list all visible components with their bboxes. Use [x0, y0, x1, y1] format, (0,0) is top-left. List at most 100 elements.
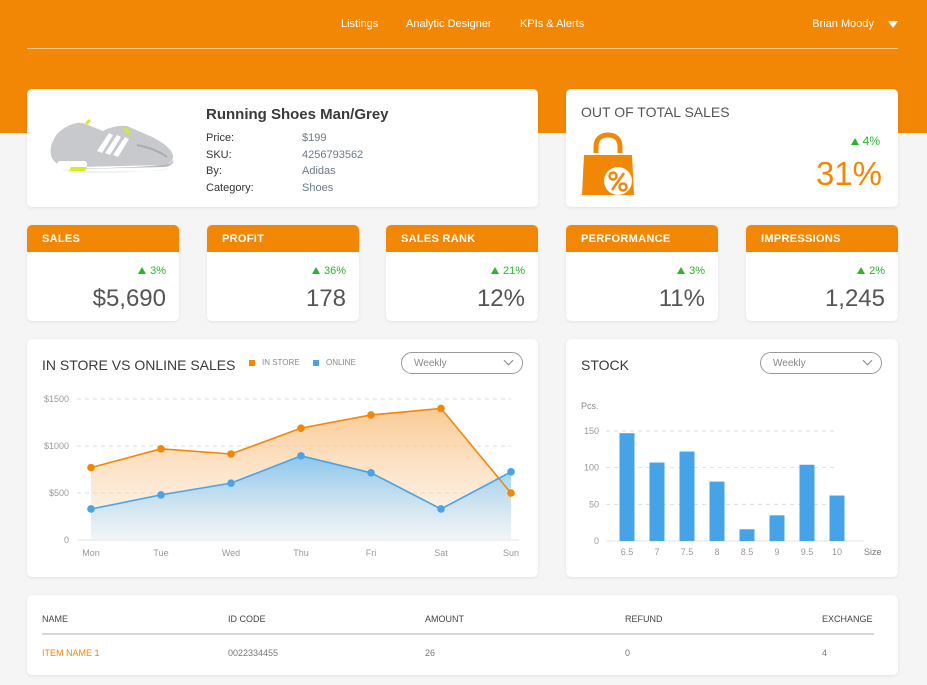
column-header-exchange[interactable]: EXCHANGE	[822, 614, 873, 624]
product-title: Running Shoes Man/Grey	[206, 106, 389, 123]
x-tick-label: Mon	[82, 548, 100, 558]
legend-in-store: IN STORE	[249, 358, 300, 367]
bar	[680, 452, 695, 541]
nav-link-analytic-designer[interactable]: Analytic Designer	[406, 18, 492, 30]
arrow-up-icon	[312, 267, 320, 274]
y-tick-label: 100	[584, 463, 599, 473]
cell-refund: 0	[625, 648, 630, 658]
x-tick-label: Sun	[503, 548, 519, 558]
kpi-value: 12%	[477, 285, 525, 313]
x-tick-label: 9.5	[801, 547, 814, 557]
kpi-card-sales-rank: SALES RANK 21% 12%	[386, 225, 538, 321]
legend-swatch-in-store	[249, 360, 255, 366]
chevron-down-icon	[504, 356, 514, 366]
cell-name[interactable]: ITEM NAME 1	[42, 648, 100, 658]
arrow-up-icon	[857, 267, 865, 274]
kpi-label: PROFIT	[207, 225, 359, 252]
bar	[830, 496, 845, 541]
chevron-down-icon	[863, 356, 873, 366]
data-point	[367, 469, 375, 477]
cell-id-code: 0022334455	[228, 648, 278, 658]
nav-link-listings[interactable]: Listings	[341, 18, 378, 30]
kpi-delta: 3%	[138, 265, 166, 277]
legend-online: ONLINE	[313, 358, 356, 367]
x-tick-label: Sat	[434, 548, 448, 558]
sales-period-select[interactable]: Weekly	[401, 352, 523, 374]
field-value: Shoes	[302, 182, 333, 194]
column-header-amount[interactable]: AMOUNT	[425, 614, 464, 624]
field-label: Category:	[206, 182, 302, 194]
kpi-delta: 3%	[677, 265, 705, 277]
bar	[620, 433, 635, 541]
product-field-brand: By:Adidas	[206, 165, 336, 177]
data-point	[227, 450, 235, 458]
kpi-delta: 36%	[312, 265, 346, 277]
y-tick-label: $1500	[44, 394, 69, 404]
x-axis-label: Size	[864, 547, 882, 557]
x-tick-label: Wed	[222, 548, 240, 558]
y-tick-label: $1000	[44, 441, 69, 451]
kpi-label: PERFORMANCE	[566, 225, 718, 252]
x-tick-label: 6.5	[621, 547, 634, 557]
data-point	[297, 424, 305, 432]
product-field-category: Category:Shoes	[206, 182, 333, 194]
column-header-refund[interactable]: REFUND	[625, 614, 663, 624]
y-axis-label: Pcs.	[581, 401, 599, 411]
chart-title: IN STORE VS ONLINE SALES	[42, 357, 235, 373]
user-name: Brian Moody	[812, 18, 874, 30]
field-value: Adidas	[302, 165, 336, 177]
field-label: Price:	[206, 132, 302, 144]
chart-title: STOCK	[581, 357, 629, 373]
x-tick-label: 8	[714, 547, 719, 557]
y-tick-label: 0	[594, 536, 599, 546]
select-value: Weekly	[414, 358, 447, 369]
bar	[800, 465, 815, 541]
product-field-sku: SKU:4256793562	[206, 149, 363, 161]
x-tick-label: 8.5	[741, 547, 754, 557]
kpi-value: 11%	[659, 285, 705, 313]
sales-area-chart: 0$500$1000$1500MonTueWedThuFriSatSun	[27, 339, 538, 577]
field-value: $199	[302, 132, 326, 144]
x-tick-label: 10	[832, 547, 842, 557]
column-header-name[interactable]: NAME	[42, 614, 68, 624]
data-point	[507, 468, 515, 476]
bar	[650, 463, 665, 541]
top-navigation: Listings Analytic Designer KPIs & Alerts…	[27, 0, 898, 49]
data-point	[297, 452, 305, 460]
total-sales-delta: 4%	[851, 134, 880, 148]
stock-bar-chart: Pcs.0501001506.577.588.599.510Size	[566, 339, 898, 577]
total-sales-value: 31%	[816, 155, 882, 193]
kpi-label: SALES RANK	[386, 225, 538, 252]
kpi-card-performance: PERFORMANCE 3% 11%	[566, 225, 718, 321]
field-label: By:	[206, 165, 302, 177]
data-point	[507, 489, 515, 497]
caret-down-icon	[888, 21, 898, 28]
x-tick-label: Fri	[366, 548, 377, 558]
data-point	[437, 505, 445, 513]
column-header-id-code[interactable]: ID CODE	[228, 614, 266, 624]
data-point	[437, 405, 445, 413]
legend-swatch-online	[313, 360, 319, 366]
kpi-value: $5,690	[93, 285, 166, 313]
product-field-price: Price:$199	[206, 132, 326, 144]
x-tick-label: 7.5	[681, 547, 694, 557]
data-point	[87, 505, 95, 513]
field-label: SKU:	[206, 149, 302, 161]
user-menu[interactable]: Brian Moody	[812, 18, 898, 30]
field-value: 4256793562	[302, 149, 363, 161]
arrow-up-icon	[677, 267, 685, 274]
table-header-divider	[42, 633, 874, 635]
kpi-card-impressions: IMPRESSIONS 2% 1,245	[746, 225, 898, 321]
arrow-up-icon	[138, 267, 146, 274]
stock-period-select[interactable]: Weekly	[760, 352, 882, 374]
nav-link-kpis-alerts[interactable]: KPIs & Alerts	[520, 18, 584, 30]
bar	[710, 482, 725, 541]
product-card: Running Shoes Man/Grey Price:$199 SKU:42…	[27, 89, 538, 207]
kpi-label: SALES	[27, 225, 179, 252]
select-value: Weekly	[773, 358, 806, 369]
y-tick-label: 150	[584, 426, 599, 436]
stock-card: Pcs.0501001506.577.588.599.510Size STOCK…	[566, 339, 898, 577]
x-tick-label: 7	[654, 547, 659, 557]
bar	[740, 529, 755, 541]
kpi-value: 1,245	[825, 285, 885, 313]
